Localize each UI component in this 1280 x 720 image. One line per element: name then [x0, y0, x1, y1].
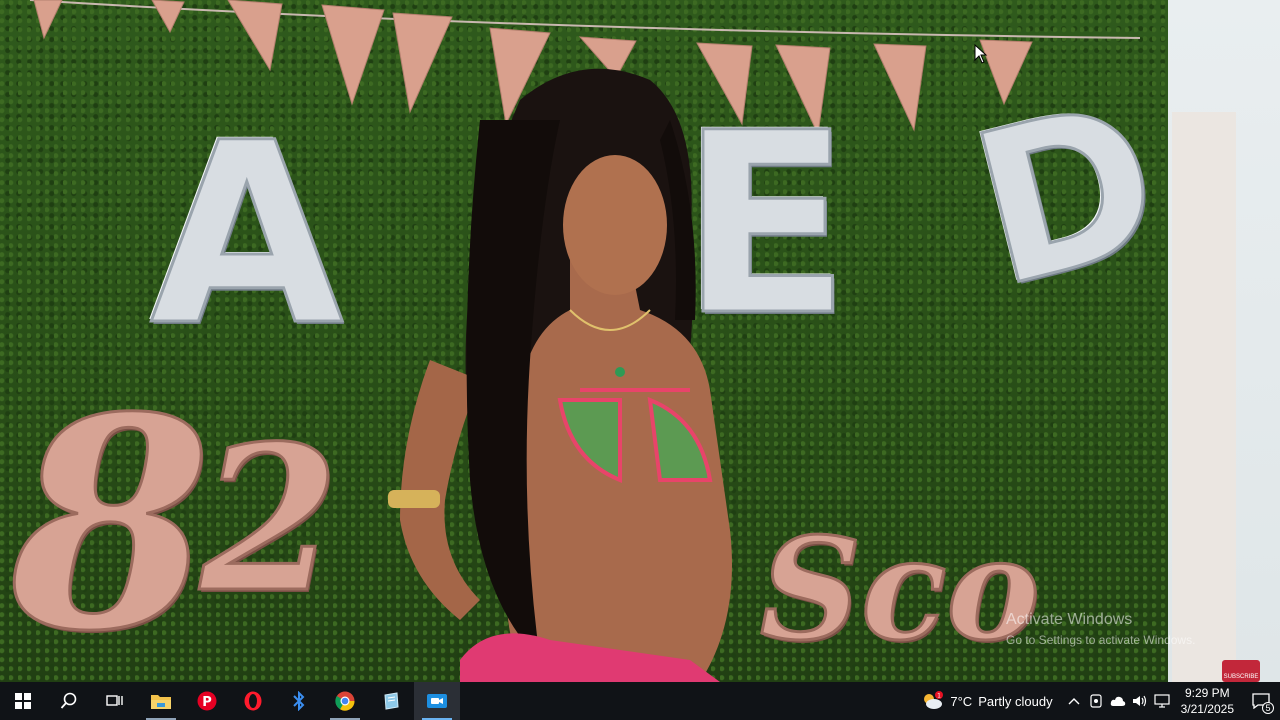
person-figure [388, 68, 732, 682]
partly-cloudy-icon: 1 [924, 691, 944, 709]
svg-text:1: 1 [937, 693, 941, 700]
volume-button[interactable] [1129, 682, 1151, 720]
notification-count: 5 [1262, 702, 1274, 714]
search-button[interactable] [46, 682, 92, 720]
task-view-icon [106, 695, 123, 706]
opera-icon [244, 691, 262, 711]
folder-icon [151, 695, 171, 709]
file-explorer-button[interactable] [138, 682, 184, 720]
bluetooth-icon [293, 691, 305, 711]
chrome-icon [335, 691, 355, 711]
subscribe-label: SUBSCRIBE [1223, 674, 1259, 680]
taskbar-clock[interactable]: 9:29 PM 3/21/2025 [1173, 685, 1242, 717]
tray-app-icon[interactable] [1085, 682, 1107, 720]
camera-recorder-icon [427, 694, 447, 708]
cloud-icon [1110, 696, 1125, 706]
notepad-button[interactable] [368, 682, 414, 720]
activation-watermark: Activate Windows Go to Settings to activ… [1006, 611, 1195, 647]
weather-widget[interactable]: 1 7°C Partly cloudy [910, 682, 1062, 720]
bluetooth-button[interactable] [276, 682, 322, 720]
opera-button[interactable] [230, 682, 276, 720]
balloon-number-2: 2 [198, 402, 340, 637]
taskbar: P 1 7°C Partly cloudy 9:29 PM 3/21/2025 … [0, 682, 1280, 720]
onedrive-button[interactable] [1107, 682, 1129, 720]
subscribe-badge[interactable]: SUBSCRIBE [1222, 660, 1260, 682]
mouse-cursor-icon [974, 44, 988, 64]
show-hidden-icons-button[interactable] [1063, 682, 1085, 720]
background-wall [1168, 0, 1280, 682]
device-icon [1090, 694, 1102, 708]
balloon-number-8: 8 [9, 355, 214, 682]
video-frame: A E D 8 2 Sco Activate Windows Go to Set… [0, 0, 1280, 682]
clock-time: 9:29 PM [1184, 686, 1230, 700]
pinterest-icon: P [197, 691, 217, 711]
windows-logo-icon [15, 693, 31, 709]
action-center-button[interactable]: 5 [1242, 682, 1280, 720]
start-button[interactable] [0, 682, 46, 720]
activation-subtitle: Go to Settings to activate Windows. [1006, 633, 1196, 647]
weather-temp: 7°C [950, 693, 973, 709]
speaker-icon [1132, 695, 1146, 707]
chrome-button[interactable] [322, 682, 368, 720]
activation-title: Activate Windows [1006, 611, 1133, 628]
chevron-up-icon [1068, 698, 1080, 705]
clock-date: 3/21/2025 [1180, 702, 1234, 716]
system-tray: 1 7°C Partly cloudy 9:29 PM 3/21/2025 5 [910, 682, 1280, 720]
weather-condition: Partly cloudy [978, 693, 1053, 709]
network-button[interactable] [1151, 682, 1173, 720]
notepad-icon [384, 692, 399, 710]
balloon-letter-a: A [148, 89, 344, 380]
svg-text:P: P [202, 695, 212, 710]
pinterest-button[interactable]: P [184, 682, 230, 720]
screen-recorder-button[interactable] [414, 682, 460, 720]
search-icon [60, 692, 77, 709]
task-view-button[interactable] [92, 682, 138, 720]
network-icon [1154, 694, 1170, 708]
